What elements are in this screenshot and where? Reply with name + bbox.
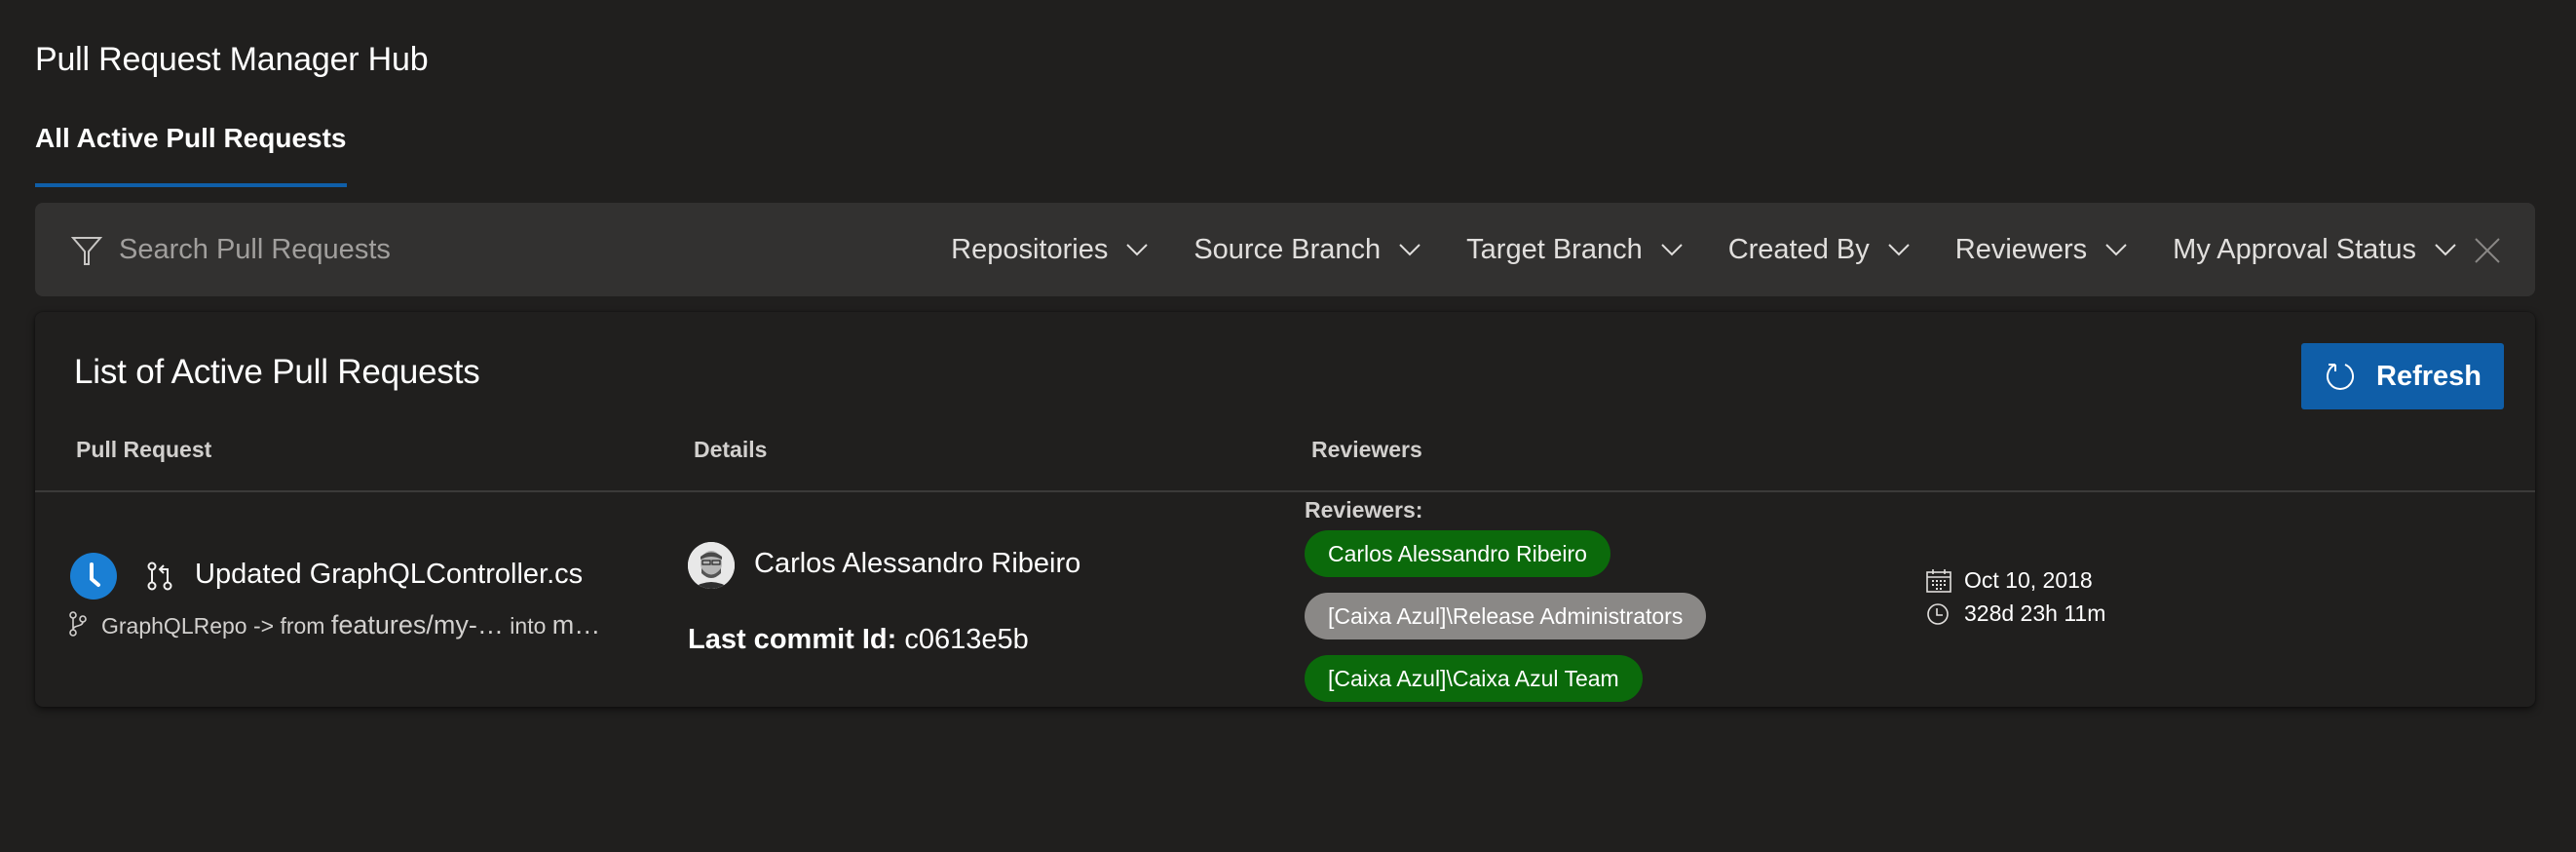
clear-filters-close-icon[interactable] <box>2475 238 2500 263</box>
funnel-icon <box>70 237 103 265</box>
target-branch: m… <box>551 610 601 639</box>
filter-label: Created By <box>1727 233 1870 265</box>
pull-request-list-card: List of Active Pull Requests Refresh Pul… <box>35 312 2535 707</box>
filter-label: Source Branch <box>1193 233 1382 265</box>
clock-icon <box>70 553 117 600</box>
chevron-down-icon <box>1126 244 1149 256</box>
reviewers-label: Reviewers: <box>1305 497 1423 523</box>
list-title: List of Active Pull Requests <box>74 353 480 391</box>
author-avatar <box>688 542 735 589</box>
pull-request-icon <box>147 562 172 591</box>
filter-created-by[interactable]: Created By <box>1728 234 1911 266</box>
chevron-down-icon <box>2105 244 2127 256</box>
chevron-down-icon <box>2435 244 2456 256</box>
repo-name: GraphQLRepo <box>101 613 247 639</box>
filter-source-branch[interactable]: Source Branch <box>1193 234 1421 266</box>
tab-all-active-pull-requests[interactable]: All Active Pull Requests <box>35 123 347 154</box>
into-label: into <box>510 613 547 639</box>
chevron-down-icon <box>1399 244 1421 256</box>
filter-label: My Approval Status <box>2173 233 2416 265</box>
filter-label: Repositories <box>951 233 1109 265</box>
source-branch: features/my-… <box>330 610 504 639</box>
chevron-down-icon <box>1660 244 1683 256</box>
filter-reviewers[interactable]: Reviewers <box>1955 234 2128 266</box>
chevron-down-icon <box>1888 244 1910 256</box>
branch-icon <box>69 611 87 637</box>
last-commit-id: c0613e5b <box>904 624 1029 655</box>
reviewer-badge: [Caixa Azul]\Caixa Azul Team <box>1305 655 1643 702</box>
filter-bar: Repositories Source Branch Target Branch… <box>35 203 2535 296</box>
reviewer-badge: Carlos Alessandro Ribeiro <box>1305 530 1610 577</box>
column-header-reviewers: Reviewers <box>1311 437 1422 462</box>
reviewer-badge: [Caixa Azul]\Release Administrators <box>1305 593 1707 639</box>
column-header-details: Details <box>694 437 768 462</box>
filter-dropdowns: Repositories Source Branch Target Branch… <box>951 203 2457 296</box>
filter-target-branch[interactable]: Target Branch <box>1466 234 1684 266</box>
search-input[interactable] <box>119 226 801 273</box>
page-title: Pull Request Manager Hub <box>35 41 429 78</box>
branch-info: GraphQLRepo -> from features/my-… into m… <box>101 610 600 640</box>
last-commit: Last commit Id: c0613e5b <box>688 624 1029 656</box>
filter-my-approval-status[interactable]: My Approval Status <box>2173 234 2457 266</box>
header-divider <box>35 490 2535 492</box>
author-name: Carlos Alessandro Ribeiro <box>754 548 1081 579</box>
filter-label: Target Branch <box>1466 233 1643 265</box>
calendar-icon <box>1926 569 1951 593</box>
from-label: -> from <box>252 613 325 639</box>
filter-repositories[interactable]: Repositories <box>951 234 1149 266</box>
elapsed-time: 328d 23h 11m <box>1964 600 2106 626</box>
refresh-label: Refresh <box>2376 360 2481 392</box>
refresh-icon <box>2327 364 2354 390</box>
pr-title-link[interactable]: Updated GraphQLController.cs <box>195 559 583 591</box>
created-date: Oct 10, 2018 <box>1964 567 2093 593</box>
filter-label: Reviewers <box>1954 233 2088 265</box>
clock-icon <box>1927 603 1949 625</box>
last-commit-label: Last commit Id: <box>688 624 897 655</box>
refresh-button[interactable]: Refresh <box>2301 343 2504 409</box>
column-header-pull-request: Pull Request <box>76 437 212 462</box>
active-tab-indicator <box>35 183 347 187</box>
